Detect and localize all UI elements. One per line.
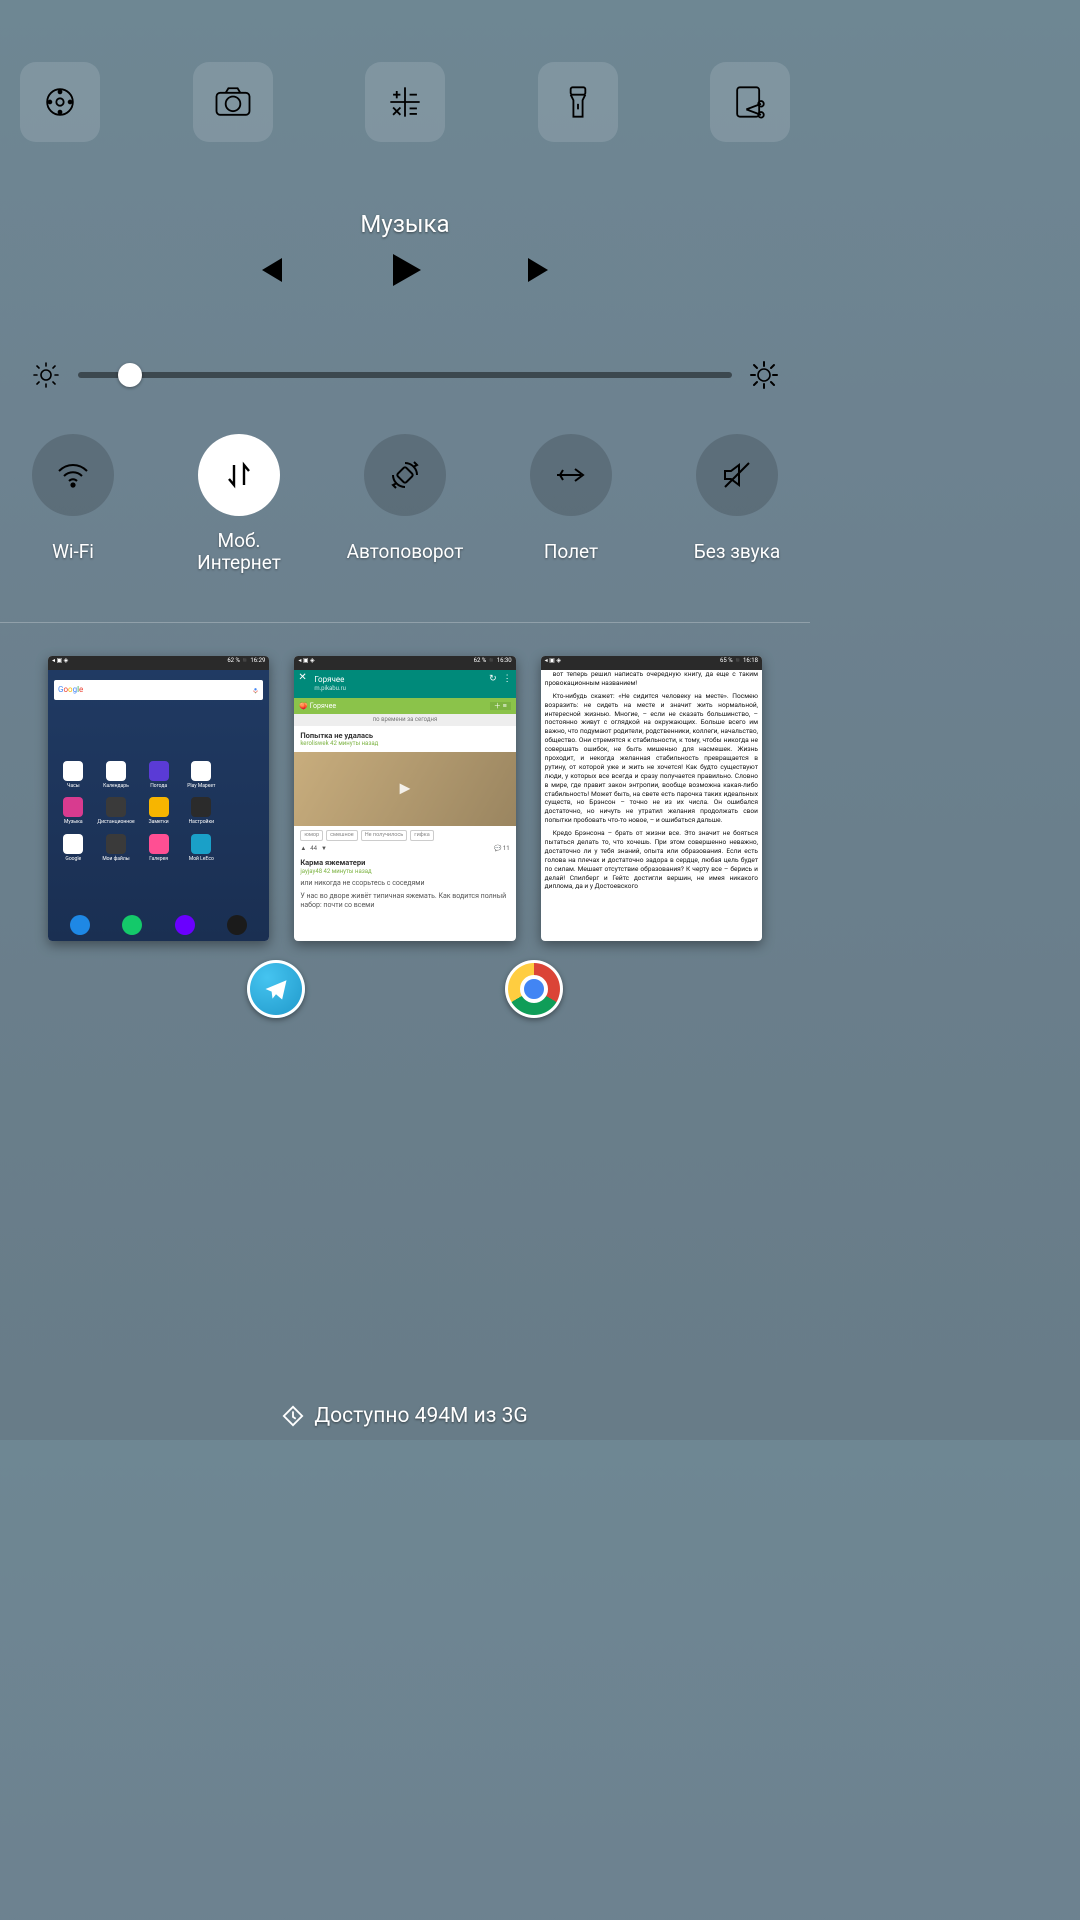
cleanup-icon bbox=[282, 1405, 304, 1427]
music-play-button[interactable] bbox=[383, 248, 427, 292]
close-icon: ✕ bbox=[298, 672, 306, 685]
shortcut-screenshot[interactable] bbox=[710, 62, 790, 142]
comment-count: 11 bbox=[503, 845, 510, 852]
brightness-slider[interactable] bbox=[78, 364, 732, 386]
memory-status[interactable]: Доступно 494M из 3G bbox=[0, 1404, 810, 1428]
memory-text: Доступно 494M из 3G bbox=[314, 1404, 527, 1428]
brightness-low-icon bbox=[32, 361, 60, 389]
recent-card-reader[interactable]: ◂ ▣ ◈65 % ◾ 16:18 вот теперь решил напис… bbox=[541, 656, 762, 941]
shortcut-camera[interactable] bbox=[193, 62, 273, 142]
status-right: 62 % ◾ 16:30 bbox=[474, 657, 512, 669]
recent-app-icons bbox=[0, 960, 810, 1018]
toggle-mute[interactable]: Без звука bbox=[672, 434, 802, 574]
toggle-autorotate-label: Автоповорот bbox=[347, 530, 464, 574]
toggle-wifi-label: Wi-Fi bbox=[52, 530, 94, 574]
shortcut-row bbox=[20, 62, 790, 142]
toggle-autorotate[interactable]: Автоповорот bbox=[340, 434, 470, 574]
reader-paragraph: Кто-нибудь скажет: «Не сидится человеку … bbox=[545, 692, 758, 825]
sort-label: по времени за сегодня bbox=[294, 714, 515, 726]
page-title: Горячее bbox=[314, 675, 509, 685]
search-bar: Google bbox=[54, 680, 263, 700]
shortcut-remote[interactable] bbox=[20, 62, 100, 142]
toggle-airplane[interactable]: Полет bbox=[506, 434, 636, 574]
tab-label: Горячее bbox=[310, 702, 336, 710]
toggle-mobile-data[interactable]: Моб. Интернет bbox=[174, 434, 304, 574]
vote-count: 44 bbox=[310, 845, 317, 853]
recents-row: ◂ ▣ ◈62 % ◾ 16:29 Google ЧасыКалендарьПо… bbox=[48, 656, 762, 941]
brightness-high-icon bbox=[750, 361, 778, 389]
brightness-row bbox=[32, 361, 778, 389]
toggle-mobile-data-label: Моб. Интернет bbox=[174, 530, 304, 574]
toggle-wifi[interactable]: Wi-Fi bbox=[8, 434, 138, 574]
reader-paragraph: вот теперь решил написать очередную книг… bbox=[545, 670, 758, 688]
post-body: или никогда не ссорьтесь с соседями bbox=[300, 879, 509, 888]
app-icon-telegram[interactable] bbox=[247, 960, 305, 1018]
post-title: Попытка не удалась bbox=[300, 731, 509, 740]
shortcut-calculator[interactable] bbox=[365, 62, 445, 142]
post-body: У нас во дворе живёт типичная яжемать. К… bbox=[300, 892, 509, 910]
app-icon-chrome[interactable] bbox=[505, 960, 563, 1018]
music-prev-button[interactable] bbox=[252, 252, 288, 288]
post-meta: keroliswek 42 минуты назад bbox=[300, 740, 509, 748]
toggle-airplane-label: Полет bbox=[544, 530, 598, 574]
toggle-mute-label: Без звука bbox=[694, 530, 780, 574]
music-title: Музыка bbox=[0, 210, 810, 238]
page-url: m.pikabu.ru bbox=[314, 685, 509, 693]
music-next-button[interactable] bbox=[522, 252, 558, 288]
status-right: 62 % ◾ 16:29 bbox=[227, 657, 265, 669]
reader-paragraph: Кредо Брэнсона – брать от жизни все. Это… bbox=[545, 829, 758, 891]
post-title: Карма яжематери bbox=[300, 858, 509, 867]
section-divider bbox=[0, 622, 810, 623]
recent-card-browser-pikabu[interactable]: ◂ ▣ ◈62 % ◾ 16:30 ✕ Горячее m.pikabu.ru … bbox=[294, 656, 515, 941]
post-meta: jayjay48 42 минуты назад bbox=[300, 868, 509, 876]
post-image bbox=[294, 752, 515, 826]
status-right: 65 % ◾ 16:18 bbox=[720, 657, 758, 669]
quick-toggles: Wi-Fi Моб. Интернет Автоповорот Полет Бе… bbox=[8, 434, 802, 574]
recent-card-launcher[interactable]: ◂ ▣ ◈62 % ◾ 16:29 Google ЧасыКалендарьПо… bbox=[48, 656, 269, 941]
music-controls bbox=[0, 248, 810, 292]
shortcut-flashlight[interactable] bbox=[538, 62, 618, 142]
